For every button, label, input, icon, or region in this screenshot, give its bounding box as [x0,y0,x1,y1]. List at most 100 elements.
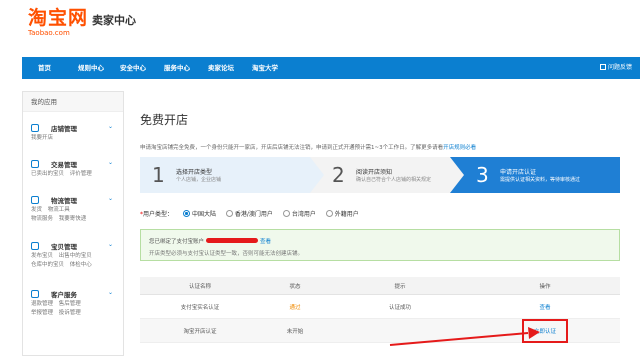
verification-table: 认证名称 状态 提示 操作 支付宝实名认证 通过 认证成功 查看 淘宝开店认证 … [140,277,620,343]
step-number: 3 [476,163,489,187]
sidebar-title: 我的应用 [23,92,123,112]
radio-label[interactable]: 香港/澳门用户 [235,211,273,218]
sidebar-link-report[interactable]: 举报管理 [31,309,53,318]
main-content: 免费开店 申请淘宝店铺完全免费，一个身份只能开一家店，开店后店铺无法注销，申请到… [130,91,632,356]
nav-item-rules[interactable]: 规则中心 [78,57,104,79]
sidebar-group-shop: 店铺管理 ⌄ 我要开店 [23,122,123,141]
group-links: 发货 物流工具 物流服务 我要寄快递 [31,206,90,224]
user-type-label: 用户类型： [143,211,174,218]
table-row: 淘宝开店认证 未开始 立即认证 [140,318,620,343]
nav-item-home[interactable]: 首页 [38,57,51,79]
seller-center-title: 卖家中心 [92,14,136,27]
sidebar-link-sold[interactable]: 已卖出的宝贝 [31,170,64,179]
user-type-selector: *用户类型： 中国大陆 香港/澳门用户 台湾用户 外籍用户 [140,209,359,218]
step-title: 阅读开店须知 [356,169,393,176]
trade-icon [31,160,39,168]
chevron-down-icon: ⌄ [107,159,113,166]
nav-item-security[interactable]: 安全中心 [120,57,146,79]
sidebar-group-head[interactable]: 交易管理 ⌄ [23,158,123,170]
chevron-down-icon: ⌄ [107,241,113,248]
sidebar-link-ship[interactable]: 发货 [31,206,42,215]
step-subtitle: 个人店铺，企业店铺 [176,177,222,183]
sidebar-link-warehouse[interactable]: 仓库中的宝贝 [31,261,64,270]
feedback-link[interactable]: 问题反馈 [599,57,632,79]
group-links: 已卖出的宝贝 评价管理 [31,170,96,179]
table-header: 认证名称 状态 提示 操作 [140,277,620,295]
sidebar-group-head[interactable]: 宝贝管理 ⌄ [23,240,123,252]
nav-item-service[interactable]: 服务中心 [164,57,190,79]
table-row: 支付宝实名认证 通过 认证成功 查看 [140,295,620,319]
type-warning: 开店类型必须与支付宝认证类型一致，否则可能无法创建店铺。 [149,251,304,257]
sidebar-link-express[interactable]: 我要寄快递 [59,215,87,224]
sidebar-link-open-shop[interactable]: 我要开店 [31,134,53,143]
sidebar-link-logistics-service[interactable]: 物流服务 [31,215,53,224]
radio-mainland[interactable] [182,210,190,217]
cert-name: 支付宝实名认证 [180,304,220,311]
cert-tip: 认证成功 [388,304,411,311]
sidebar-group-trade: 交易管理 ⌄ 已卖出的宝贝 评价管理 [23,158,123,177]
header-tip: 提示 [394,283,406,290]
chevron-down-icon: ⌄ [107,289,113,296]
radio-label[interactable]: 中国大陆 [192,211,216,218]
rules-link[interactable]: 开店规则必看 [443,145,476,151]
radio-foreign[interactable] [325,210,333,217]
taobao-logo[interactable]: 淘宝网 Taobao.com [28,8,88,37]
header-status: 状态 [289,283,301,290]
sidebar-link-complaint[interactable]: 投诉管理 [59,309,81,318]
sidebar-group-customer: 客户服务 ⌄ 退款管理 售后管理 举报管理 投诉管理 [23,288,123,316]
step-title: 选择开店类型 [176,169,213,176]
sidebar-group-items: 宝贝管理 ⌄ 发布宝贝 出售中的宝贝 仓库中的宝贝 体检中心 [23,240,123,268]
open-shop-notice: 申请淘宝店铺完全免费，一个身份只能开一家店，开店后店铺无法注销，申请到正式开通预… [140,143,620,151]
group-links: 退款管理 售后管理 举报管理 投诉管理 [31,300,85,318]
cert-status: 未开始 [286,328,304,335]
sidebar-group-head[interactable]: 客户服务 ⌄ [23,288,123,300]
header: 淘宝网 Taobao.com 卖家中心 [0,0,640,56]
chevron-down-icon: ⌄ [107,195,113,202]
step-1: 1 选择开店类型 个人店铺，企业店铺 [140,157,310,193]
group-title: 交易管理 [51,161,77,169]
main-nav: 首页 规则中心 安全中心 服务中心 卖家论坛 淘宝大学 问题反馈 [22,57,640,79]
sidebar-link-logistics-tools[interactable]: 物流工具 [48,206,70,215]
logo-sub-text: Taobao.com [28,29,70,37]
notice-text: 申请淘宝店铺完全免费，一个身份只能开一家店，开店后店铺无法注销，申请到正式开通预… [140,145,444,151]
radio-hk-macau[interactable] [225,210,233,217]
item-icon [31,242,39,250]
view-button[interactable]: 查看 [470,295,620,318]
truck-icon [31,196,39,204]
alipay-bound-notice: 您已绑定了支付宝账户 查看 开店类型必须与支付宝认证类型一致，否则可能无法创建店铺… [140,229,620,261]
bound-text: 您已绑定了支付宝账户 [149,239,205,245]
nav-item-forum[interactable]: 卖家论坛 [208,57,234,79]
radio-label[interactable]: 台湾用户 [292,211,316,218]
step-number: 2 [332,163,345,187]
nav-item-university[interactable]: 淘宝大学 [252,57,278,79]
step-3-active: 3 申请开店认证 需提供认证相关资料，等待审核通过 [450,157,620,193]
alipay-bound-line: 您已绑定了支付宝账户 查看 [149,237,271,245]
step-chevron [450,157,464,193]
sidebar-link-refund[interactable]: 退款管理 [31,300,53,309]
group-title: 物流管理 [51,197,77,205]
chevron-down-icon: ⌄ [107,123,113,130]
sidebar-link-publish[interactable]: 发布宝贝 [31,252,53,261]
view-link[interactable]: 查看 [260,239,271,245]
sidebar-link-rating[interactable]: 评价管理 [70,170,92,179]
step-subtitle: 确认自己符合个人店铺的相关规定 [356,177,432,183]
annotation-arrow [389,327,540,346]
sidebar: 我的应用 店铺管理 ⌄ 我要开店 交易管理 ⌄ 已卖出的宝贝 评价管理 物流管理… [22,91,124,356]
logo-main-text: 淘宝网 [28,7,89,29]
step-subtitle: 需提供认证相关资料，等待审核通过 [500,177,581,183]
sidebar-link-on-sale[interactable]: 出售中的宝贝 [59,252,92,261]
header-name: 认证名称 [188,283,211,290]
radio-taiwan[interactable] [282,210,290,217]
cert-name: 淘宝开店认证 [183,328,217,335]
group-title: 店铺管理 [51,125,77,133]
radio-label[interactable]: 外籍用户 [335,211,359,218]
sidebar-group-logistics: 物流管理 ⌄ 发货 物流工具 物流服务 我要寄快递 [23,194,123,222]
sidebar-group-head[interactable]: 店铺管理 ⌄ [23,122,123,134]
sidebar-link-checkup[interactable]: 体检中心 [70,261,92,270]
group-title: 宝贝管理 [51,243,77,251]
group-title: 客户服务 [51,291,77,299]
sidebar-link-aftersale[interactable]: 售后管理 [59,300,81,309]
customer-service-icon [31,290,39,298]
sidebar-group-head[interactable]: 物流管理 ⌄ [23,194,123,206]
shop-icon [31,124,39,132]
